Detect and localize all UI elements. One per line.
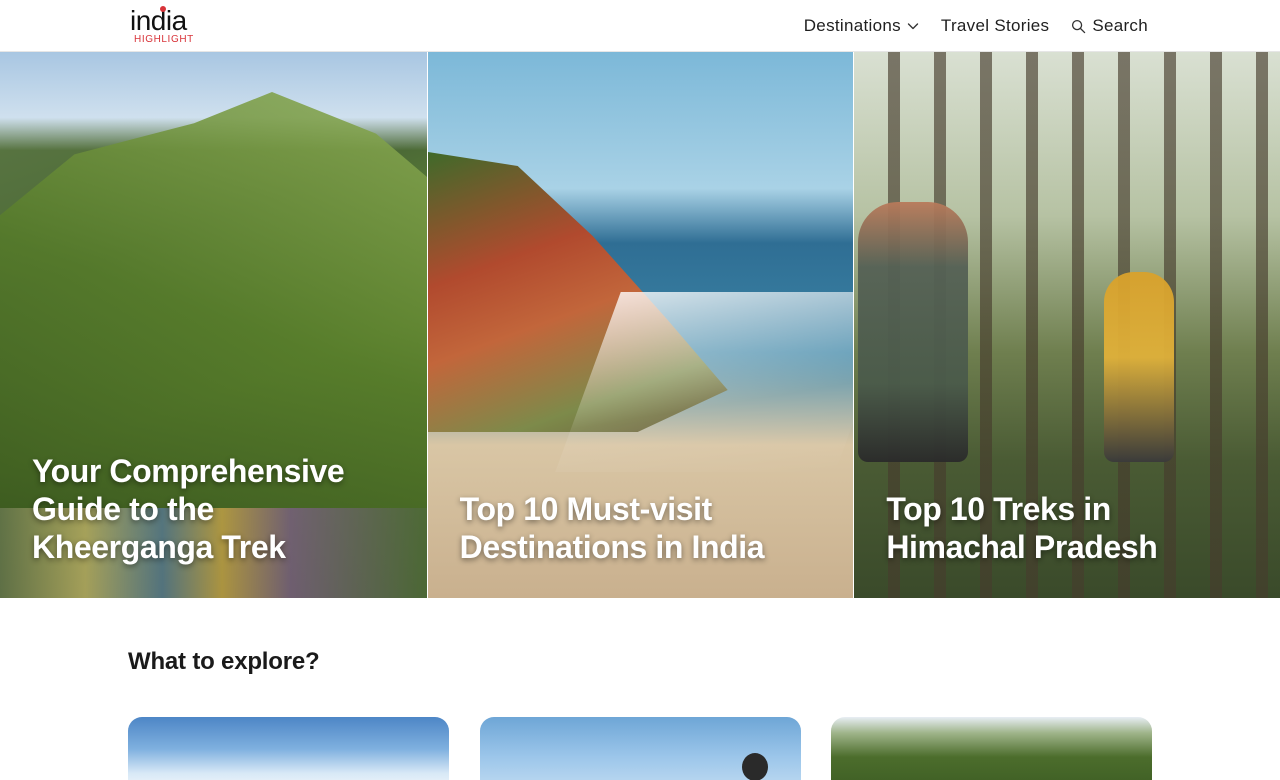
hero-card-destinations[interactable]: Top 10 Must-visit Destinations in India [426,52,854,598]
explore-card[interactable] [479,717,801,780]
chevron-down-icon [907,23,919,30]
search-icon [1072,19,1086,33]
nav-search-label: Search [1092,16,1148,35]
logo-subtitle: HIGHLIGHT [134,34,194,45]
hero-card-title: Your Comprehensive Guide to the Kheergan… [32,453,345,565]
hot-air-balloon [741,753,768,780]
logo-dot-icon [160,6,166,12]
explore-card[interactable] [128,717,449,780]
main-nav: Destinations Travel Stories Search [804,0,1148,52]
hero-card-title: Top 10 Must-visit Destinations in India [459,491,765,565]
explore-cards [128,717,1152,780]
nav-destinations[interactable]: Destinations [804,16,919,36]
nav-travel-stories[interactable]: Travel Stories [941,16,1049,36]
hero-card-himachal-treks[interactable]: Top 10 Treks in Himachal Pradesh [853,52,1280,598]
site-header: india HIGHLIGHT Destinations Travel Stor… [0,0,1280,52]
logo-wordmark: india [130,5,187,36]
site-logo[interactable]: india HIGHLIGHT [128,6,218,46]
hiker-figure [1104,272,1175,462]
explore-section-title: What to explore? [128,648,320,675]
hero-carousel: Your Comprehensive Guide to the Kheergan… [0,52,1280,598]
nav-destinations-label: Destinations [803,16,901,35]
hero-card-title: Top 10 Treks in Himachal Pradesh [886,491,1158,565]
explore-card[interactable] [831,717,1152,780]
hero-card-kheerganga[interactable]: Your Comprehensive Guide to the Kheergan… [0,52,427,598]
nav-travel-stories-label: Travel Stories [940,16,1050,35]
nav-search[interactable]: Search [1071,16,1148,36]
hiker-figure [858,202,969,462]
